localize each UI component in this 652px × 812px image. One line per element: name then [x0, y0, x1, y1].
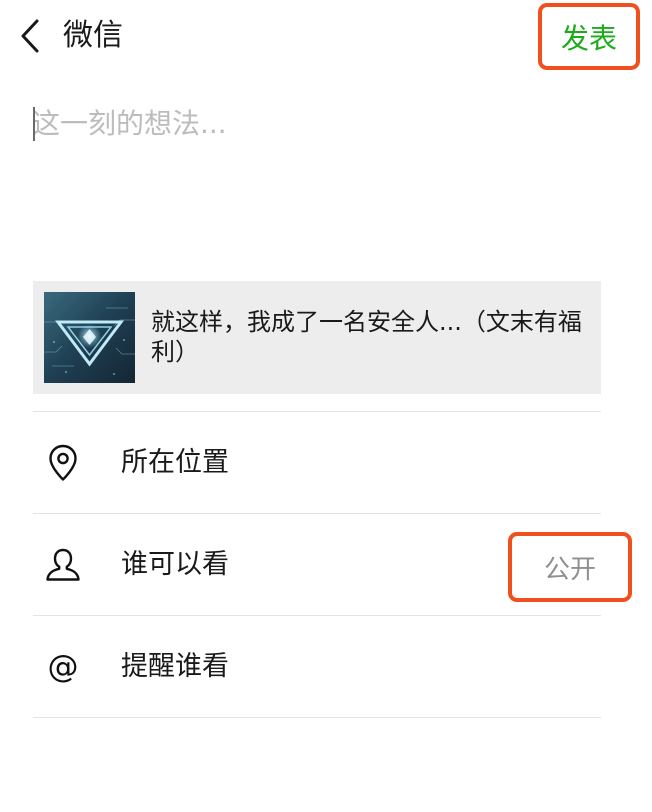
- thought-input[interactable]: [32, 100, 612, 250]
- top-bar: 微信 发表: [0, 0, 652, 78]
- publish-label: 发表: [560, 21, 617, 55]
- article-thumbnail: [44, 292, 135, 383]
- diamond-logo-thumbnail: [44, 292, 135, 383]
- text-cursor: [33, 107, 35, 141]
- back-button[interactable]: [10, 14, 50, 58]
- mention-label: 提醒谁看: [121, 651, 229, 682]
- article-title: 就这样，我成了一名安全人...（文末有福利）: [151, 308, 582, 366]
- publish-button[interactable]: 发表: [538, 3, 640, 70]
- divider: [33, 411, 601, 412]
- mention-row[interactable]: @ 提醒谁看: [33, 617, 601, 717]
- visibility-value-highlight[interactable]: 公开: [508, 532, 632, 602]
- at-sign-icon: @: [47, 649, 79, 685]
- chevron-left-icon: [21, 19, 39, 53]
- divider: [33, 615, 601, 616]
- divider: [33, 717, 601, 718]
- visibility-value: 公开: [543, 554, 596, 585]
- location-label: 所在位置: [121, 447, 229, 478]
- location-row[interactable]: 所在位置: [33, 413, 601, 513]
- divider: [33, 513, 601, 514]
- page-title: 微信: [63, 18, 123, 53]
- shared-article-card[interactable]: 就这样，我成了一名安全人...（文末有福利）: [33, 281, 601, 394]
- person-icon: [43, 545, 83, 585]
- visibility-label: 谁可以看: [121, 549, 229, 580]
- location-pin-icon: [43, 443, 83, 483]
